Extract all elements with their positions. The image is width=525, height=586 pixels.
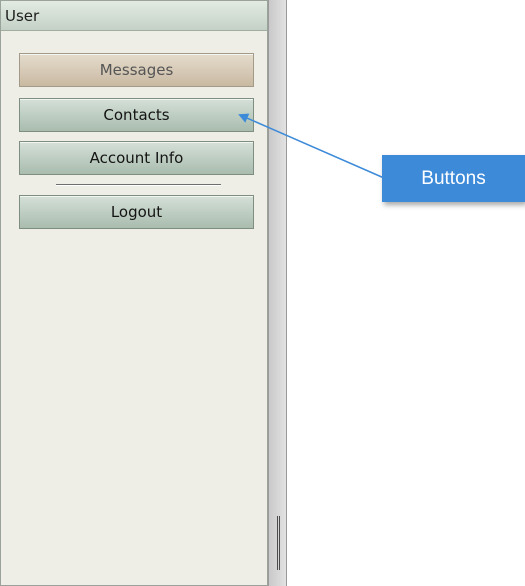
panel-header: User bbox=[1, 1, 267, 31]
messages-button[interactable]: Messages bbox=[19, 53, 254, 87]
buttons-callout: Buttons bbox=[382, 155, 525, 202]
scroll-thumb[interactable] bbox=[277, 516, 280, 570]
vertical-scrollbar[interactable] bbox=[268, 0, 287, 586]
account-info-button[interactable]: Account Info bbox=[19, 141, 254, 175]
user-panel: User Messages Contacts Account Info Logo… bbox=[0, 0, 268, 586]
logout-button[interactable]: Logout bbox=[19, 195, 254, 229]
menu-separator bbox=[56, 184, 221, 186]
contacts-button[interactable]: Contacts bbox=[19, 98, 254, 132]
